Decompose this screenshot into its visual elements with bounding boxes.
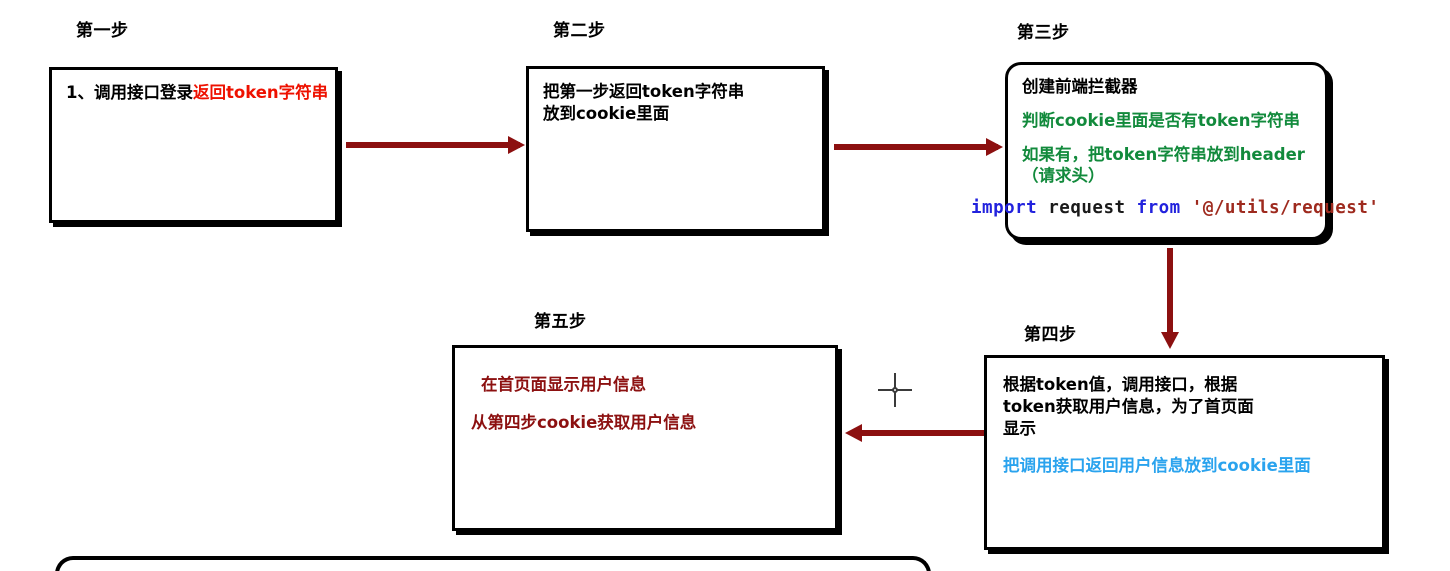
code-string-path: '@/utils/request' (1191, 198, 1380, 218)
code-keyword-import: import (971, 198, 1038, 218)
step-3-text-4: （请求头） (1022, 166, 1105, 186)
step-3-content: 创建前端拦截器 判断cookie里面是否有token字符串 如果有，把token… (1008, 65, 1325, 187)
code-identifier-request: request (1048, 198, 1126, 218)
step-1-box[interactable]: 1、调用接口登录返回token字符串 (49, 67, 338, 223)
step-2-box[interactable]: 把第一步返回token字符串 放到cookie里面 (526, 66, 825, 232)
step-3-spacer-1 (1022, 98, 1311, 110)
arrow-step3-to-step4-head (1161, 332, 1179, 349)
next-section-card-partial[interactable] (55, 556, 931, 571)
step-4-text-3: 显示 (1003, 418, 1036, 438)
step-5-caption: 第五步 (534, 312, 587, 332)
step-2-text-1: 把第一步返回token字符串 (543, 82, 745, 101)
step-3-text-3: 如果有，把token字符串放到header (1022, 144, 1305, 164)
step-3-spacer-2 (1022, 132, 1311, 144)
crosshair-center-dot (892, 387, 898, 393)
step-4-spacer (1003, 439, 1372, 455)
step-2-caption: 第二步 (553, 21, 606, 41)
step-4-content: 根据token值，调用接口，根据 token获取用户信息，为了首页面 显示 把调… (987, 358, 1382, 477)
step-1-text-1: 1、调用接口登录 (66, 83, 193, 102)
arrow-step1-to-step2-shaft (346, 142, 520, 148)
step-1-text-2: 返回token字符串 (192, 83, 329, 102)
arrow-step1-to-step2-head (508, 136, 525, 154)
step-3-caption: 第三步 (1017, 23, 1070, 43)
step-3-text-1: 创建前端拦截器 (1022, 77, 1138, 96)
step-1-line-group: 1、调用接口登录返回token字符串 (66, 82, 328, 103)
arrow-step2-to-step3-shaft (834, 144, 998, 150)
step-3-text-2: 判断cookie里面是否有token字符串 (1022, 110, 1300, 130)
arrow-step4-to-step5-shaft (862, 430, 984, 436)
step-5-text-1: 在首页面显示用户信息 (481, 375, 646, 394)
step-2-text-2: 放到cookie里面 (543, 103, 670, 123)
step-4-text-2: token获取用户信息，为了首页面 (1003, 396, 1254, 416)
step-4-caption: 第四步 (1024, 325, 1077, 345)
diagram-canvas: 第一步 1、调用接口登录返回token字符串 第二步 把第一步返回token字符… (0, 0, 1450, 571)
step-5-box[interactable]: 在首页面显示用户信息 从第四步cookie获取用户信息 (452, 345, 838, 531)
arrow-step3-to-step4-shaft (1167, 248, 1173, 340)
arrow-step2-to-step3-head (986, 138, 1003, 156)
step-4-text-1: 根据token值，调用接口，根据 (1003, 375, 1238, 394)
step-5-spacer (481, 396, 821, 412)
arrow-step4-to-step5-head (845, 424, 862, 442)
step-5-content: 在首页面显示用户信息 从第四步cookie获取用户信息 (455, 348, 835, 434)
step-4-box[interactable]: 根据token值，调用接口，根据 token获取用户信息，为了首页面 显示 把调… (984, 355, 1385, 550)
step-3-code-snippet: import request from '@/utils/request' (971, 198, 1379, 218)
step-2-content: 把第一步返回token字符串 放到cookie里面 (529, 69, 822, 125)
step-1-content: 1、调用接口登录返回token字符串 (52, 70, 335, 103)
code-keyword-from: from (1136, 198, 1181, 218)
step-4-text-4: 把调用接口返回用户信息放到cookie里面 (1003, 456, 1311, 476)
step-5-text-2: 从第四步cookie获取用户信息 (471, 412, 697, 432)
step-1-caption: 第一步 (76, 21, 129, 41)
crosshair-cursor-icon (878, 373, 912, 407)
